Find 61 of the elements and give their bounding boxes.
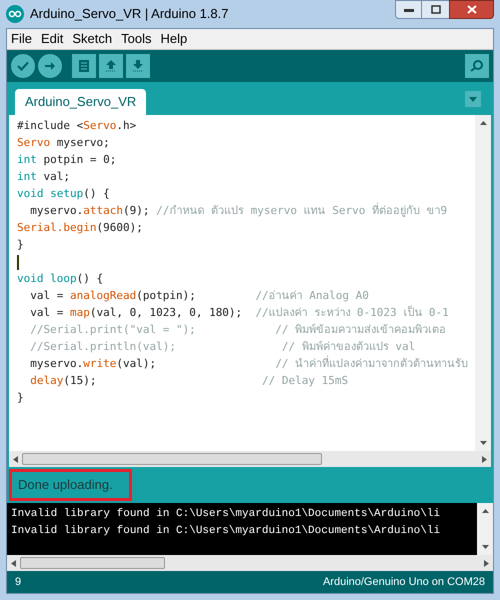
code-line: val = analogRead(potpin); //อ่านค่า Analog A0 <box>29 288 369 304</box>
new-button[interactable] <box>72 54 96 78</box>
caret-icon <box>469 96 477 102</box>
close-icon <box>466 5 476 14</box>
scroll-left-icon[interactable] <box>11 560 16 566</box>
code-line: //Serial.println(val); // พิมพ์ค่าของตัวแปร val <box>29 339 416 356</box>
scroll-left-icon[interactable] <box>13 456 18 462</box>
menu-item[interactable]: Help <box>160 29 188 49</box>
tab-menu-button[interactable] <box>465 91 481 107</box>
code-line: } <box>17 237 24 254</box>
file-tab[interactable]: Arduino_Servo_VR <box>15 89 146 115</box>
code-line: Servo myservo; <box>17 135 110 152</box>
vertical-scrollbar[interactable] <box>475 115 491 451</box>
code-line: int val; <box>17 169 70 186</box>
status-message: Done uploading. <box>18 476 114 494</box>
close-button[interactable] <box>449 0 494 19</box>
document-icon <box>79 60 89 72</box>
scroll-up-icon <box>482 509 488 513</box>
menu-item[interactable]: Tools <box>121 29 152 49</box>
upload-arrow-icon <box>105 60 117 72</box>
code-line: myservo.attach(9); //กำหนด ตัวแปร myservo แทน Servo ที่ต่ออยู่กับ ขา9 <box>29 203 448 220</box>
maximize-button[interactable] <box>422 0 449 19</box>
code-line: #include <Servo.h> <box>17 118 136 134</box>
magnifier-icon <box>470 60 484 72</box>
board-info: Arduino/Genuino Uno on COM28 <box>322 574 485 590</box>
app-logo-icon <box>6 5 24 23</box>
save-button[interactable] <box>126 54 150 78</box>
menu-item[interactable]: Sketch <box>72 29 112 49</box>
verify-button[interactable] <box>11 54 35 78</box>
code-line: val = map(val, 0, 1023, 0, 180); //แปลงค่า ระหว่าง 0-1023 เป็น 0-1 <box>29 305 449 322</box>
console-line: Invalid library found in C:\Users\myarduino1\Documents\Arduino\li <box>11 507 442 522</box>
scroll-right-icon[interactable] <box>482 456 487 462</box>
code-line: void setup() { <box>17 186 110 202</box>
horizontal-scrollbar[interactable] <box>9 451 491 467</box>
serial-monitor-button[interactable] <box>465 54 489 78</box>
scroll-right-icon[interactable] <box>484 560 489 566</box>
upload-button[interactable] <box>38 54 62 78</box>
code-line: delay(15); // Delay 15mS <box>29 373 348 390</box>
maximize-icon <box>430 5 440 14</box>
checkmark-icon <box>17 61 29 71</box>
window-title: Arduino_Servo_VR | Arduino 1.8.7 <box>30 5 230 24</box>
code-line: myservo.write(val); // นำค่าที่แปลงค่ามาจากตัวต้านทานรับ <box>29 356 468 372</box>
code-line: void loop() { <box>17 271 104 288</box>
scroll-down-icon <box>480 441 486 445</box>
scroll-up-icon <box>480 121 486 125</box>
line-number: 9 <box>15 574 22 590</box>
download-arrow-icon <box>132 60 144 72</box>
minimize-button[interactable] <box>395 0 422 19</box>
minimize-icon <box>404 8 414 12</box>
code-line: //Serial.print("val = "); // พิมพ์ข้อมความส่งเข้าคอมพิวเตอ <box>29 322 446 338</box>
open-button[interactable] <box>99 54 123 78</box>
code-line: int potpin = 0; <box>17 152 116 168</box>
menu-item[interactable]: File <box>11 29 32 49</box>
menu-item[interactable]: Edit <box>40 29 64 49</box>
console-scrollbar[interactable] <box>477 503 493 555</box>
horizontal-scrollbar[interactable] <box>7 555 493 571</box>
arrow-right-icon <box>45 61 55 71</box>
code-line: } <box>17 390 24 406</box>
scroll-down-icon <box>482 545 488 549</box>
code-line: Serial.begin(9600); <box>17 220 143 236</box>
console-line: Invalid library found in C:\Users\myarduino1\Documents\Arduino\li <box>11 524 442 539</box>
